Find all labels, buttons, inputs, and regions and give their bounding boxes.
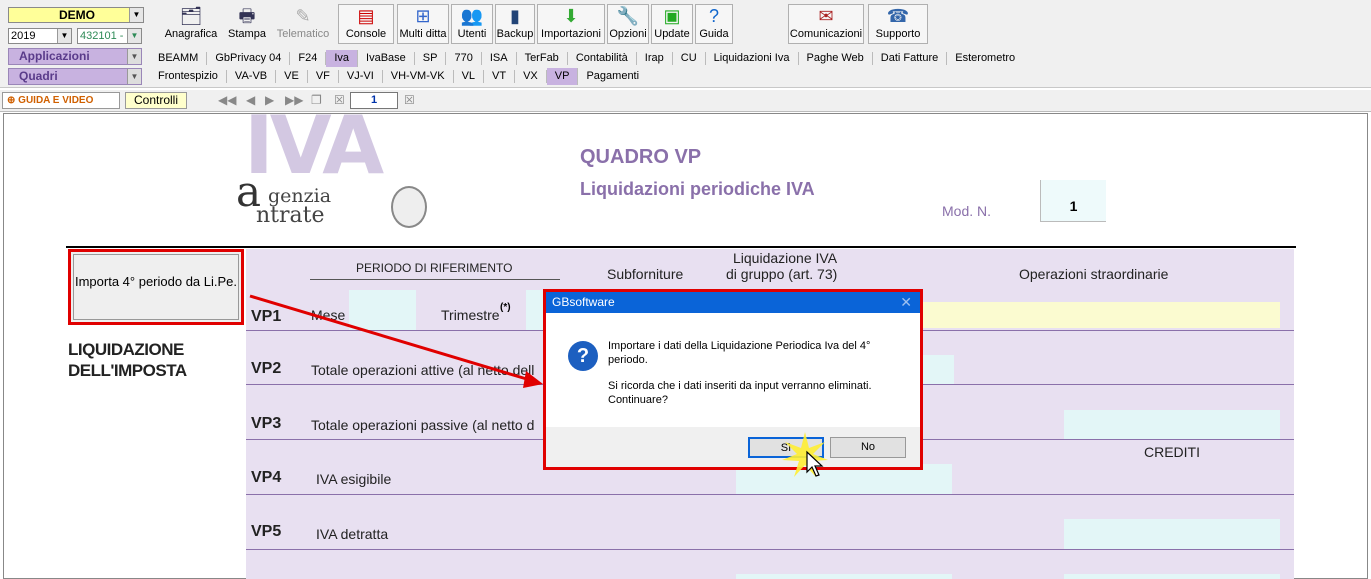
confirm-dialog: GBsoftware ✕ ? Importare i dati della Li… xyxy=(543,289,923,470)
mouse-cursor-icon xyxy=(806,450,824,477)
no-button[interactable]: No xyxy=(830,437,906,458)
dialog-titlebar: GBsoftware ✕ xyxy=(546,292,920,313)
dialog-body: ? Importare i dati della Liquidazione Pe… xyxy=(546,313,920,427)
dialog-message-2: Si ricorda che i dati inseriti da input … xyxy=(608,380,872,406)
dialog-title: GBsoftware xyxy=(552,295,615,309)
dialog-footer: Sì No xyxy=(546,427,920,467)
question-icon: ? xyxy=(568,341,598,371)
dialog-message: Importare i dati della Liquidazione Peri… xyxy=(608,339,908,419)
dialog-message-1: Importare i dati della Liquidazione Peri… xyxy=(608,340,871,366)
close-icon[interactable]: ✕ xyxy=(900,292,912,313)
